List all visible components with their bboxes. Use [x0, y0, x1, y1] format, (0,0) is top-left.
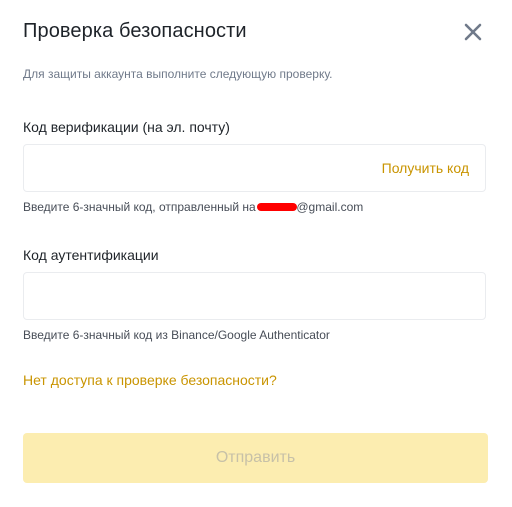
- email-code-field: Получить код: [23, 144, 486, 192]
- auth-code-input[interactable]: [36, 273, 476, 319]
- auth-code-hint: Введите 6-значный код из Binance/Google …: [23, 328, 330, 342]
- email-code-label: Код верификации (на эл. почту): [23, 119, 230, 135]
- dialog-subtitle: Для защиты аккаунта выполните следующую …: [23, 67, 333, 81]
- get-code-button[interactable]: Получить код: [382, 160, 469, 176]
- email-hint-prefix: Введите 6-значный код, отправленный на: [23, 200, 256, 214]
- email-hint-suffix: @gmail.com: [296, 200, 364, 214]
- auth-code-label: Код аутентификации: [23, 247, 159, 263]
- submit-button[interactable]: Отправить: [23, 433, 488, 483]
- auth-code-field: [23, 272, 486, 320]
- no-access-link[interactable]: Нет доступа к проверке безопасности?: [23, 372, 277, 388]
- close-button[interactable]: [462, 21, 484, 43]
- redacted-email-mark: [257, 202, 298, 211]
- email-code-input[interactable]: [36, 145, 356, 191]
- dialog-title: Проверка безопасности: [23, 20, 247, 42]
- email-code-hint: Введите 6-значный код, отправленный на @…: [23, 200, 363, 214]
- close-icon: [462, 21, 484, 43]
- security-verification-dialog: Проверка безопасности Для защиты аккаунт…: [0, 0, 512, 507]
